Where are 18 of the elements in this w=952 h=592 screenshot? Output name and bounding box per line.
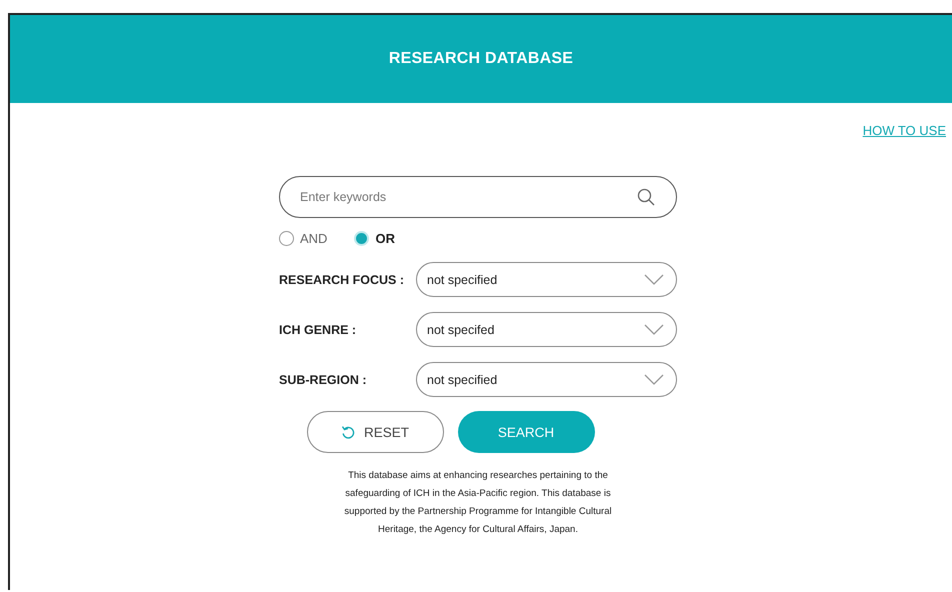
chevron-down-icon <box>644 374 664 385</box>
search-icon <box>637 188 655 206</box>
chevron-down-icon <box>644 274 664 285</box>
undo-arrow-icon <box>340 425 355 439</box>
dropdown[interactable]: not specified <box>416 262 677 297</box>
dropdown[interactable]: not specified <box>416 362 677 397</box>
page-title: RESEARCH DATABASE <box>388 50 574 68</box>
filter-label: SUB-REGION : <box>279 372 368 386</box>
filter-label: ICH GENRE : <box>279 322 358 336</box>
chevron-down-icon <box>644 324 664 335</box>
radio-button[interactable] <box>279 230 294 246</box>
radio-option[interactable]: OR <box>354 230 395 246</box>
search-field[interactable]: Enter keywords <box>279 176 677 218</box>
radio-option[interactable]: AND <box>279 230 328 246</box>
dropdown[interactable]: not specifed <box>416 312 677 347</box>
filter-label: RESEARCH FOCUS : <box>279 272 406 286</box>
description-text: This database aims at enhancing researches pertaining to the safeguarding of ICH in the Asia-Pacific region. This database is supported by the Partnership Programme for Intangible Cultural Heritage, the Agency for Cultural Affairs, Japan. <box>343 469 613 537</box>
reset-button[interactable]: RESET <box>306 411 444 453</box>
